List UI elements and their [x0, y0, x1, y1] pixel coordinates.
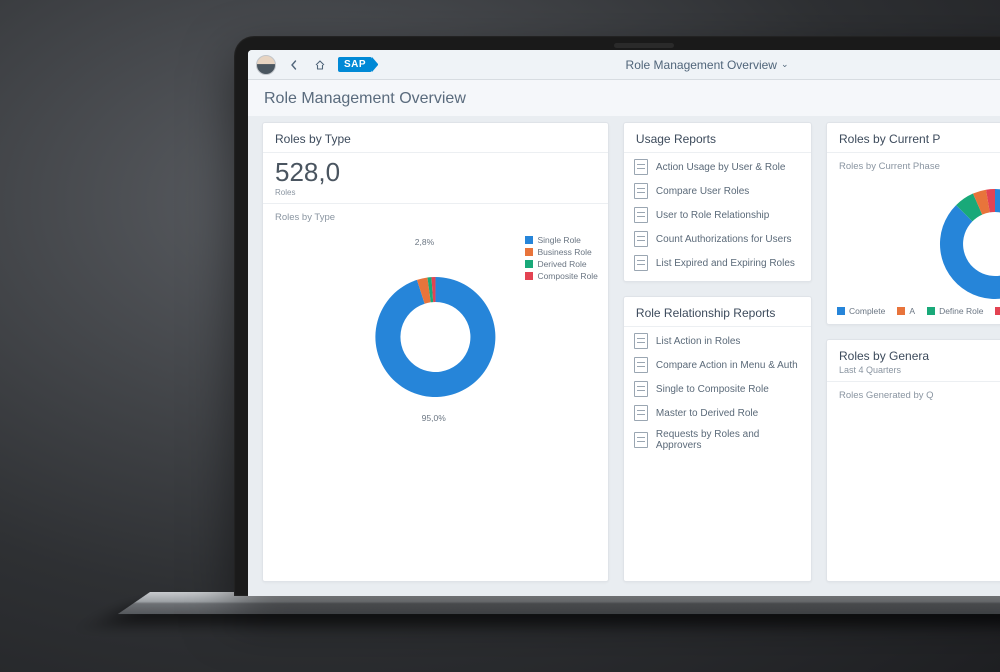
phase-legend: Complete A Define Role O: [827, 300, 1000, 324]
report-link[interactable]: User to Role Relationship: [634, 207, 801, 223]
report-link[interactable]: List Action in Roles: [634, 333, 801, 349]
report-label: Single to Composite Role: [656, 384, 769, 395]
report-label: List Expired and Expiring Roles: [656, 258, 795, 269]
section-label: Roles by Current Phase: [827, 153, 1000, 180]
roles-unit: Roles: [263, 188, 608, 203]
report-link[interactable]: Single to Composite Role: [634, 381, 801, 397]
section-label: Roles Generated by Q: [827, 382, 1000, 409]
report-link[interactable]: Master to Derived Role: [634, 405, 801, 421]
document-icon: [634, 432, 648, 448]
document-icon: [634, 159, 648, 175]
chevron-down-icon: ⌄: [781, 59, 789, 70]
card-header: Roles by Genera Last 4 Quarters: [827, 340, 1000, 382]
shellbar: SAP Role Management Overview ⌄: [248, 50, 1000, 80]
page-title: Role Management Overview: [248, 80, 1000, 116]
roles-by-type-card: Roles by Type 528,0 Roles Roles by Type: [262, 122, 609, 582]
report-link[interactable]: Compare Action in Menu & Auth: [634, 357, 801, 373]
report-link[interactable]: Requests by Roles and Approvers: [634, 429, 801, 451]
sap-logo: SAP: [338, 57, 372, 72]
donut-label-small: 2,8%: [415, 237, 434, 247]
report-label: Compare User Roles: [656, 186, 749, 197]
document-icon: [634, 405, 648, 421]
document-icon: [634, 333, 648, 349]
report-label: Action Usage by User & Role: [656, 162, 786, 173]
back-icon[interactable]: [286, 57, 302, 73]
report-label: Requests by Roles and Approvers: [656, 429, 801, 451]
report-link[interactable]: List Expired and Expiring Roles: [634, 255, 801, 271]
roles-legend: Single Role Business Role Derived Role C…: [525, 235, 597, 283]
document-icon: [634, 255, 648, 271]
roles-count: 528,0: [263, 153, 608, 188]
report-link[interactable]: Action Usage by User & Role: [634, 159, 801, 175]
report-link[interactable]: Compare User Roles: [634, 183, 801, 199]
report-link[interactable]: Count Authorizations for Users: [634, 231, 801, 247]
section-label: Roles by Type: [263, 204, 608, 231]
card-header: Role Relationship Reports: [624, 297, 811, 327]
card-header: Roles by Type: [263, 123, 608, 153]
report-label: Master to Derived Role: [656, 408, 758, 419]
report-label: Compare Action in Menu & Auth: [656, 360, 798, 371]
shell-title-dropdown[interactable]: Role Management Overview ⌄: [382, 58, 1000, 72]
roles-donut-chart: 2,8% 95,0% Single Role Business Role Der…: [263, 231, 608, 431]
role-relationship-reports-card: Role Relationship Reports List Action in…: [623, 296, 812, 582]
card-header: Roles by Current P: [827, 123, 1000, 153]
roles-by-generation-card: Roles by Genera Last 4 Quarters Roles Ge…: [826, 339, 1000, 582]
usage-reports-card: Usage Reports Action Usage by User & Rol…: [623, 122, 812, 282]
document-icon: [634, 231, 648, 247]
document-icon: [634, 357, 648, 373]
document-icon: [634, 183, 648, 199]
phase-donut-chart: [827, 180, 1000, 300]
avatar[interactable]: [256, 55, 276, 75]
report-label: User to Role Relationship: [656, 210, 769, 221]
donut-label-big: 95,0%: [422, 413, 446, 423]
card-header: Usage Reports: [624, 123, 811, 153]
report-label: List Action in Roles: [656, 336, 741, 347]
document-icon: [634, 207, 648, 223]
home-icon[interactable]: [312, 57, 328, 73]
report-label: Count Authorizations for Users: [656, 234, 792, 245]
document-icon: [634, 381, 648, 397]
roles-by-current-phase-card: Roles by Current P Roles by Current Phas…: [826, 122, 1000, 325]
shell-title-text: Role Management Overview: [626, 58, 777, 72]
